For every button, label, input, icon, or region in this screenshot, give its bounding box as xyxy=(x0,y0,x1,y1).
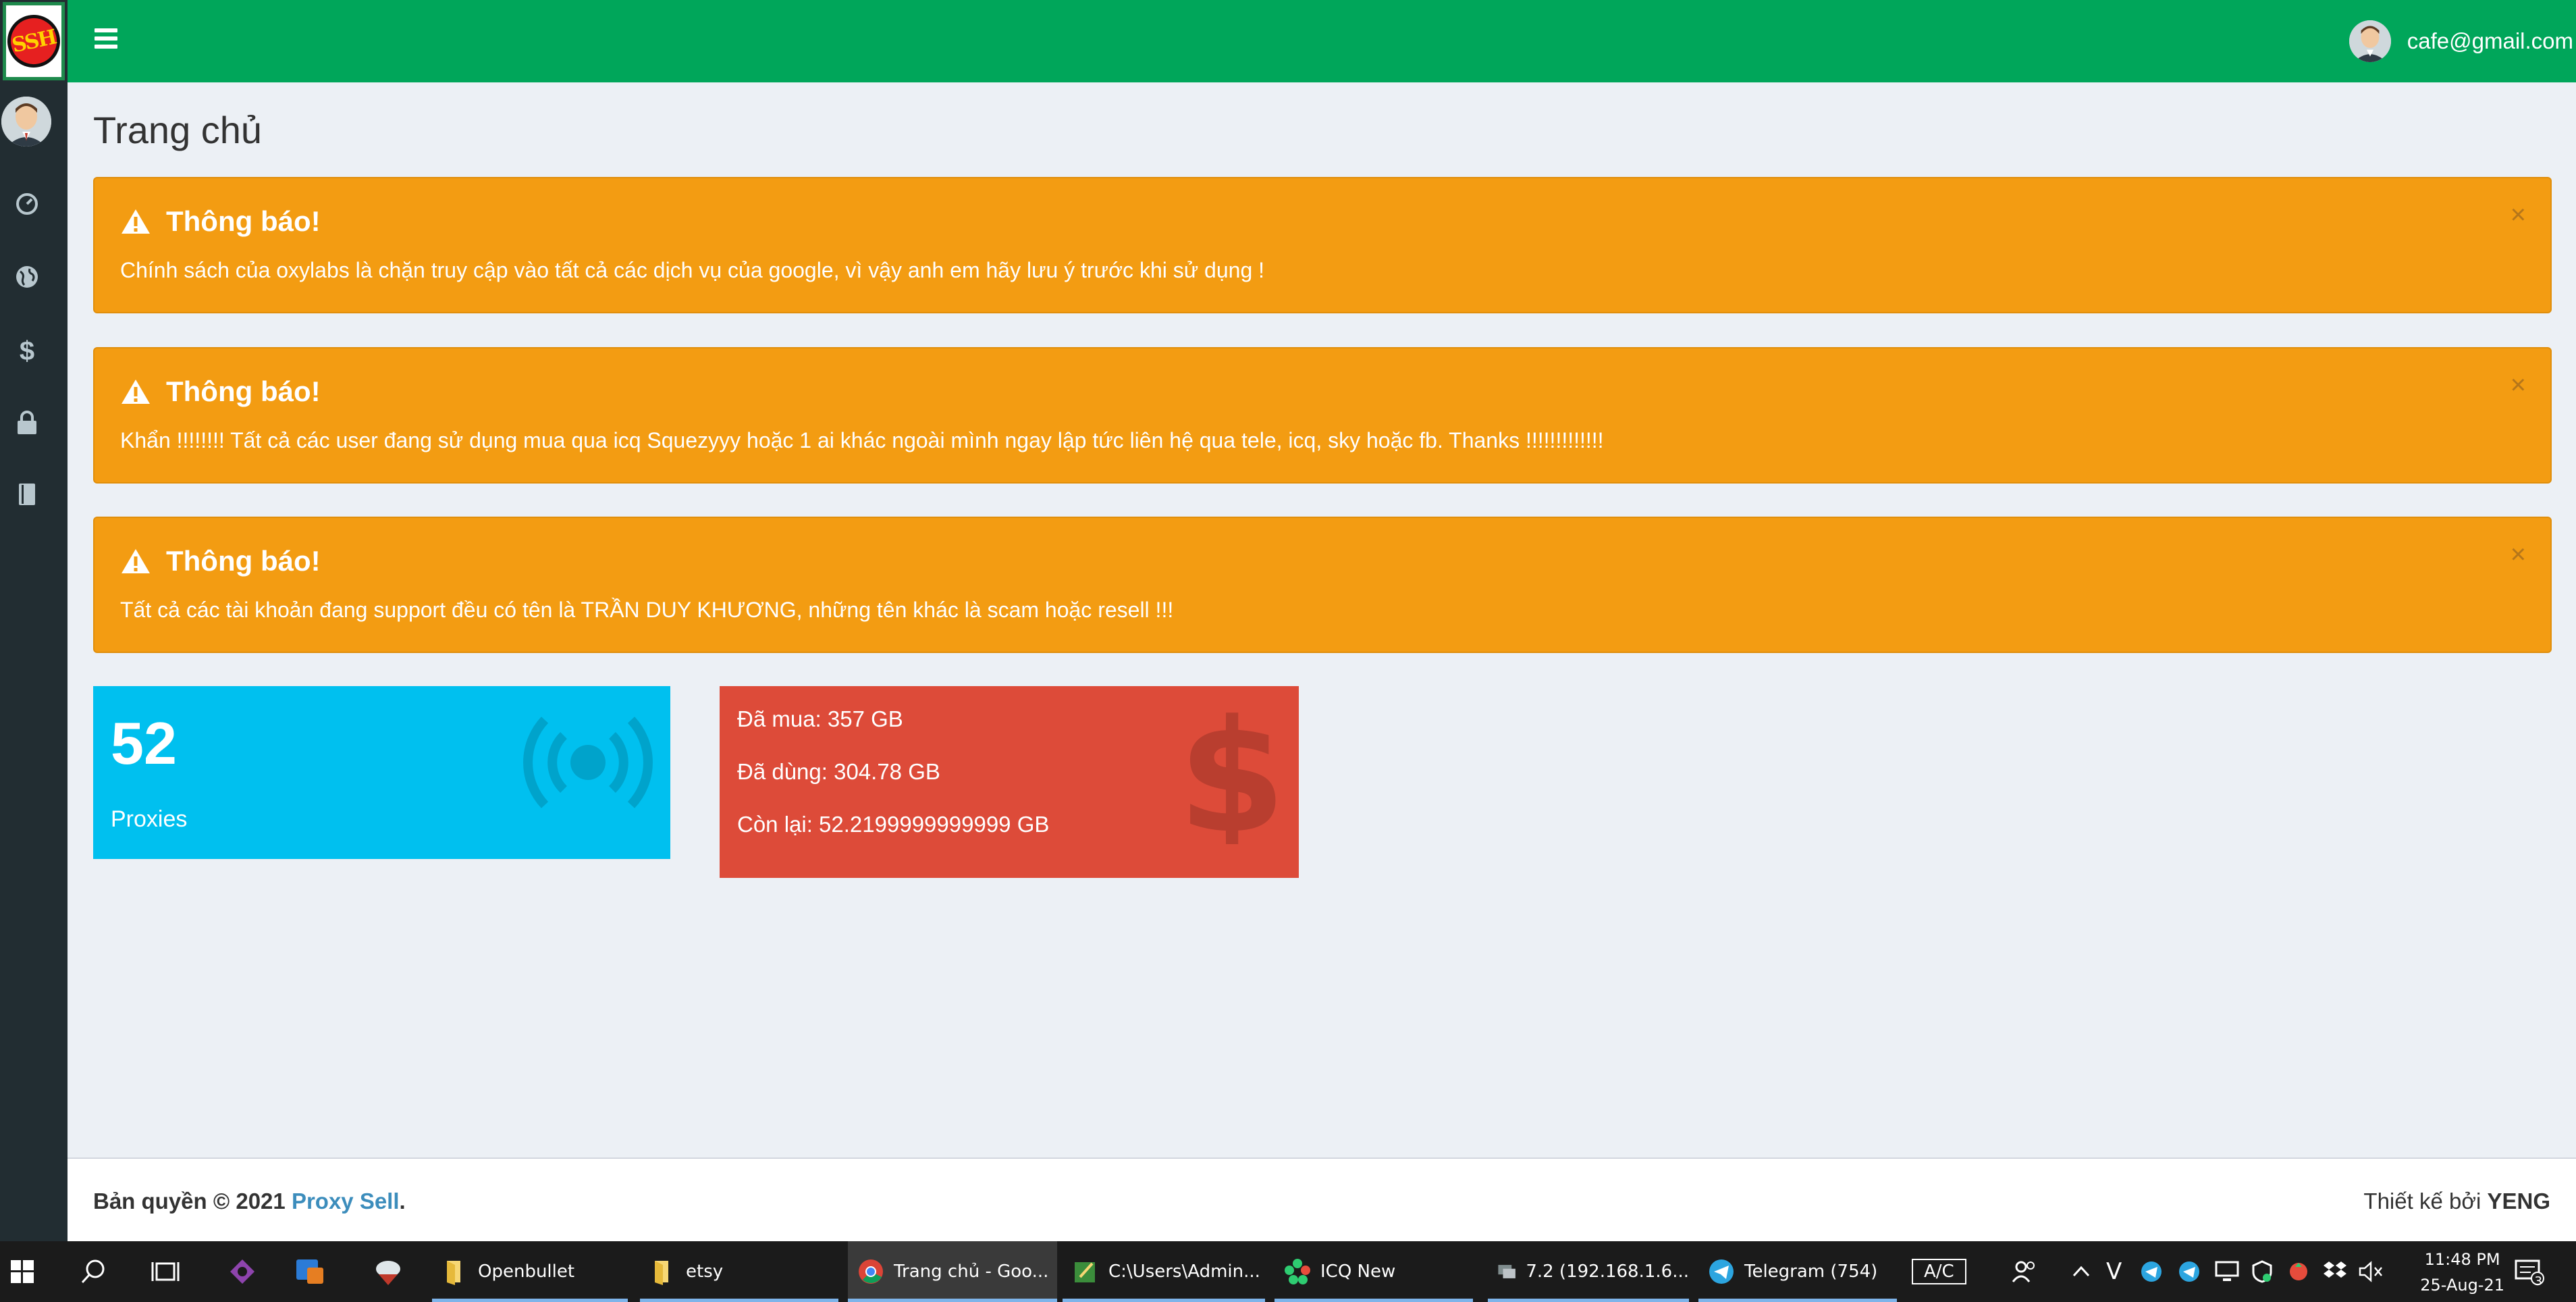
user-menu[interactable]: cafe@gmail.com xyxy=(2349,19,2576,63)
network-icon[interactable] xyxy=(2210,1255,2244,1288)
dashboard-icon[interactable] xyxy=(14,190,41,217)
taskbar-app-label: Openbullet xyxy=(478,1261,575,1282)
broadcast-icon xyxy=(520,712,655,816)
globe-icon[interactable] xyxy=(14,263,41,290)
designed-by: Thiết kế bởi YENG xyxy=(2363,1189,2550,1214)
taskbar-app-label: etsy xyxy=(686,1261,724,1282)
book-icon[interactable] xyxy=(14,481,41,508)
alert-text: Chính sách của oxylabs là chặn truy cập … xyxy=(120,258,1265,282)
taskbar-app-remote[interactable]: 7.2 (192.168.1.6... xyxy=(1488,1241,1689,1302)
remaining-text: Còn lại: 52.2199999999999 GB xyxy=(737,812,1050,837)
task-view-icon[interactable] xyxy=(149,1255,182,1288)
alert-text: Tất cả các tài khoản đang support đều có… xyxy=(120,598,1174,622)
taskbar-app-icq[interactable]: ICQ New xyxy=(1274,1241,1473,1302)
telegram-icon xyxy=(1709,1259,1734,1284)
taskbar-app-openbullet[interactable]: Openbullet xyxy=(432,1241,628,1302)
header-avatar xyxy=(2349,20,2391,62)
alert-title: Thông báo! xyxy=(166,545,321,577)
taskbar-app-chrome[interactable]: Trang chủ - Goo... xyxy=(848,1241,1057,1302)
telegram-tray-icon[interactable] xyxy=(2135,1255,2168,1288)
app-tray-icon[interactable] xyxy=(2282,1255,2315,1288)
taskbar-app-etsy[interactable]: etsy xyxy=(640,1241,838,1302)
alert-title: Thông báo! xyxy=(166,375,321,407)
user-avatar-icon xyxy=(2349,20,2391,62)
telegram-tray-icon[interactable] xyxy=(2172,1255,2206,1288)
shield-icon[interactable] xyxy=(2245,1255,2279,1288)
warning-icon xyxy=(122,380,150,404)
top-navbar: cafe@gmail.com xyxy=(68,0,2576,82)
alert-heading: Thông báo! xyxy=(120,375,321,408)
keyboard-indicator[interactable]: A/C xyxy=(1912,1241,1966,1302)
user-avatar-icon xyxy=(1,97,51,147)
app-icon[interactable] xyxy=(293,1255,327,1288)
footer: Bản quyền © 2021 Proxy Sell. Thiết kế bở… xyxy=(68,1157,2576,1241)
visual-studio-icon[interactable] xyxy=(225,1255,259,1288)
menu-toggle-icon[interactable] xyxy=(95,28,117,53)
designed-by-prefix: Thiết kế bởi xyxy=(2363,1189,2481,1214)
copyright-prefix: Bản quyền © 2021 xyxy=(93,1189,286,1214)
proxies-label: Proxies xyxy=(111,806,188,832)
svg-text:$: $ xyxy=(1181,702,1283,844)
proxies-stat-box: 52 Proxies xyxy=(93,686,670,859)
warning-icon xyxy=(122,549,150,573)
taskbar-app-explorer[interactable]: C:\Users\Admin... xyxy=(1063,1241,1265,1302)
taskbar-app-label: 7.2 (192.168.1.6... xyxy=(1526,1261,1689,1282)
brand-link[interactable]: Proxy Sell xyxy=(292,1189,400,1214)
dropbox-icon[interactable] xyxy=(2318,1255,2352,1288)
windows-taskbar: Openbullet etsy Trang chủ - Goo... C:\Us… xyxy=(0,1241,2576,1302)
alert-notice: Thông báo! Khẩn !!!!!!!! Tất cả các user… xyxy=(93,347,2552,484)
lock-icon[interactable] xyxy=(14,409,41,436)
notepad-icon xyxy=(1075,1262,1095,1282)
close-icon[interactable]: × xyxy=(2511,201,2526,228)
taskbar-app-label: Telegram (754) xyxy=(1744,1261,1878,1282)
folder-icon xyxy=(655,1261,668,1285)
taskbar-app-telegram[interactable]: Telegram (754) xyxy=(1698,1241,1897,1302)
volume-muted-icon[interactable] xyxy=(2355,1255,2388,1288)
logo-box[interactable]: SSH xyxy=(0,0,68,82)
windows-start-icon[interactable] xyxy=(5,1255,39,1288)
language-indicator[interactable]: V xyxy=(2106,1241,2122,1302)
warning-icon xyxy=(122,209,150,234)
alert-notice: Thông báo! Tất cả các tài khoản đang sup… xyxy=(93,517,2552,653)
logo-mark: SSH xyxy=(2,9,65,73)
clock[interactable]: 11:48 PM 25-Aug-21 xyxy=(2420,1247,2504,1298)
taskbar-app-label: ICQ New xyxy=(1320,1261,1396,1282)
alert-notice: Thông báo! Chính sách của oxylabs là chặ… xyxy=(93,177,2552,313)
bought-text: Đã mua: 357 GB xyxy=(737,706,903,731)
remote-desktop-icon xyxy=(1498,1265,1515,1278)
people-icon[interactable] xyxy=(2008,1255,2041,1288)
copyright: Bản quyền © 2021 Proxy Sell. xyxy=(93,1189,406,1214)
proxies-count: 52 xyxy=(111,710,177,777)
used-text: Đã dùng: 304.78 GB xyxy=(737,759,940,784)
search-icon[interactable] xyxy=(77,1255,111,1288)
clock-date: 25-Aug-21 xyxy=(2420,1276,2504,1295)
taskbar-app-label: Trang chủ - Goo... xyxy=(894,1261,1049,1282)
logo: SSH xyxy=(2,2,65,80)
folder-icon xyxy=(447,1261,460,1285)
alert-heading: Thông báo! xyxy=(120,205,321,238)
usage-stat-box: Đã mua: 357 GB Đã dùng: 304.78 GB Còn lạ… xyxy=(720,686,1299,878)
alert-text: Khẩn !!!!!!!! Tất cả các user đang sử dụ… xyxy=(120,428,1604,452)
alert-heading: Thông báo! xyxy=(120,545,321,577)
designer-name: YENG xyxy=(2487,1189,2550,1214)
chrome-icon xyxy=(859,1259,883,1284)
user-email: cafe@gmail.com xyxy=(2407,28,2573,53)
close-icon[interactable]: × xyxy=(2511,371,2526,398)
dollar-icon: $ xyxy=(1178,687,1286,868)
sidebar: SSH $ xyxy=(0,0,68,1241)
notification-count: 3 xyxy=(2534,1274,2542,1288)
copyright-period: . xyxy=(399,1189,406,1214)
app-icon[interactable] xyxy=(371,1255,405,1288)
notification-center-icon[interactable]: 3 xyxy=(2513,1255,2546,1288)
page-title: Trang chủ xyxy=(93,109,263,151)
chevron-up-icon[interactable] xyxy=(2064,1255,2098,1288)
sidebar-avatar xyxy=(1,97,51,147)
icq-icon xyxy=(1285,1259,1310,1284)
taskbar-app-label: C:\Users\Admin... xyxy=(1108,1261,1260,1282)
alert-title: Thông báo! xyxy=(166,205,321,237)
dollar-icon[interactable]: $ xyxy=(14,336,41,366)
close-icon[interactable]: × xyxy=(2511,541,2526,568)
clock-time: 11:48 PM xyxy=(2424,1250,2500,1269)
